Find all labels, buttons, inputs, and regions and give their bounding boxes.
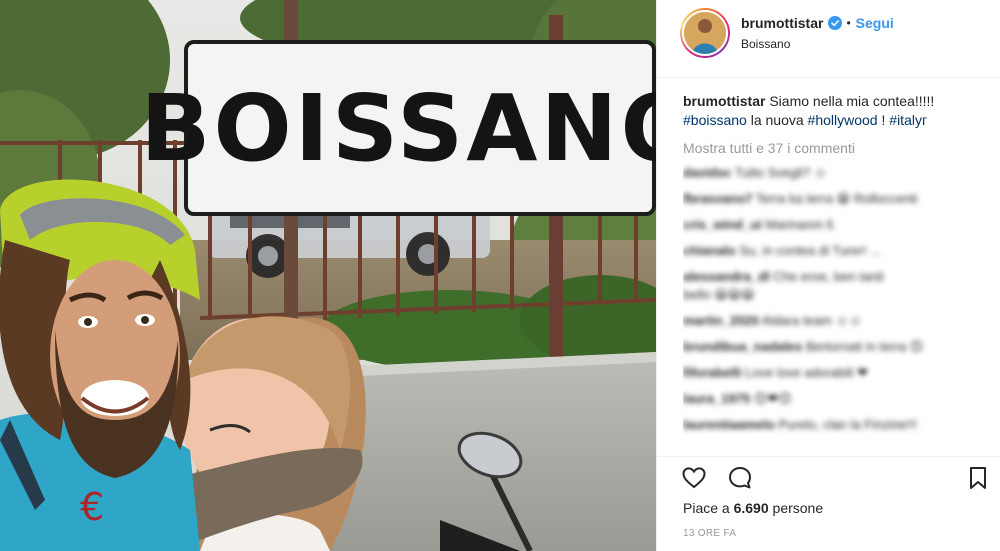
username-row: brumottistar • Segui <box>741 15 894 31</box>
caption: brumottistar Siamo nella mia contea!!!!!… <box>683 92 988 130</box>
caption-end: ! <box>877 112 890 128</box>
comment-item: chianalo Su, in contea di Turer! ... <box>683 243 882 258</box>
likes-prefix: Piace a <box>683 500 734 516</box>
blurred-comments-list: davidsc Tutto Svegli? ☺ fbrasvano7 Terra… <box>683 164 988 434</box>
post-side-panel: brumottistar • Segui Boissano brumottist… <box>656 0 1000 551</box>
likes-count[interactable]: Piace a 6.690 persone <box>683 500 823 516</box>
comment-item: fbrasvano7 Terra ka terra 😁 Rolloccenti <box>683 191 918 206</box>
show-all-comments-link[interactable]: Mostra tutti e 37 i commenti <box>683 140 988 156</box>
likes-number: 6.690 <box>733 500 769 516</box>
comment-item: laura_1975 😊❤😊 <box>683 391 792 406</box>
separator-dot: • <box>846 16 851 30</box>
post-timestamp[interactable]: 13 ORE FA <box>683 528 736 539</box>
comment-item: laurentiaamelo Purelo, clan la Finzine!!… <box>683 417 918 432</box>
avatar-image <box>682 10 728 56</box>
man: € <box>0 179 200 551</box>
action-bar <box>657 456 1000 496</box>
follow-button[interactable]: Segui <box>856 15 894 31</box>
caption-text: Siamo nella mia contea!!!!! <box>769 93 935 109</box>
comment-item: davidsc Tutto Svegli? ☺ <box>683 165 828 180</box>
caption-username[interactable]: brumottistar <box>683 93 765 109</box>
comments-section: brumottistar Siamo nella mia contea!!!!!… <box>683 92 988 454</box>
svg-text:€: € <box>80 485 104 529</box>
location-link[interactable]: Boissano <box>741 37 790 51</box>
bookmark-icon[interactable] <box>965 465 991 491</box>
comment-icon[interactable] <box>727 465 753 491</box>
hashtag-hollywood[interactable]: #hollywood <box>808 112 878 128</box>
caption-mid: la nuova <box>746 112 808 128</box>
hashtag-italy[interactable]: #italyг <box>889 112 927 128</box>
comment-item: brundibua_nadales Bertornati in terra 😊 <box>683 339 924 354</box>
boissano-sign-text: BOISSANO <box>140 74 656 182</box>
heart-icon[interactable] <box>681 465 707 491</box>
comment-item: cris_wind_ui Marinanm ll. <box>683 217 837 232</box>
avatar[interactable] <box>680 8 730 58</box>
comment-item: alessandra_dl Che eroe, ben tanti bello 😀… <box>683 269 884 302</box>
username-link[interactable]: brumottistar <box>741 15 823 31</box>
comment-item: fiforabelli Love love adorabili ❤ <box>683 365 869 380</box>
post-photo: € BOISSANO <box>0 0 656 551</box>
hashtag-boissano[interactable]: #boissano <box>683 112 747 128</box>
comment-item: martin_2020 Aldara team ☺☺ <box>683 313 863 328</box>
verified-badge-icon <box>828 16 843 30</box>
post-header: brumottistar • Segui Boissano <box>657 0 1000 78</box>
likes-suffix: persone <box>768 500 824 516</box>
